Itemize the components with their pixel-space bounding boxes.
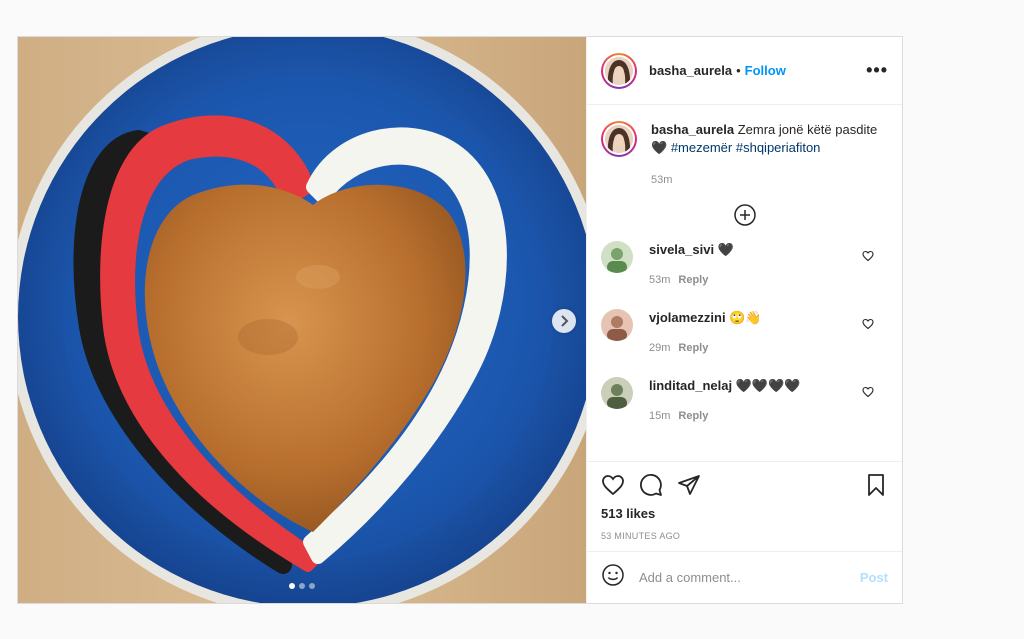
separator-dot: •: [736, 63, 741, 78]
comment-time: 15m: [649, 410, 671, 422]
avatar-image: [605, 125, 633, 153]
reply-button[interactable]: Reply: [678, 342, 708, 354]
commenter-avatar[interactable]: [601, 377, 633, 409]
heart-icon: [862, 250, 874, 262]
comment-text: 🙄👋: [725, 310, 762, 325]
post-image[interactable]: [18, 37, 586, 603]
share-button[interactable]: [677, 473, 701, 497]
caption-body: Zemra jonë këtë pasdite: [734, 122, 878, 137]
comment-username[interactable]: sivela_sivi: [649, 242, 714, 257]
like-comment-button[interactable]: [862, 249, 874, 267]
carousel-dot: [299, 583, 305, 589]
post-comment-button[interactable]: Post: [860, 570, 888, 585]
caption-emoji: 🖤: [651, 140, 668, 155]
bookmark-icon: [868, 474, 884, 496]
heart-icon: [602, 475, 624, 496]
avatar-image: [601, 309, 633, 341]
avatar-image: [601, 377, 633, 409]
post-header: basha_aurela • Follow •••: [587, 37, 902, 105]
cake-photo: [18, 37, 586, 603]
carousel-dot: [309, 583, 315, 589]
more-options-button[interactable]: •••: [866, 60, 888, 81]
post-timestamp: 53 MINUTES AGO: [601, 531, 681, 541]
hashtag-link[interactable]: #mezemër: [671, 140, 732, 155]
comment-input[interactable]: Add a comment...: [639, 570, 860, 585]
like-count[interactable]: 513 likes: [601, 506, 888, 521]
comment-time: 29m: [649, 342, 671, 354]
caption-text: basha_aurela Zemra jonë këtë pasdite 🖤 #…: [651, 121, 888, 189]
comment-item: sivela_sivi 🖤 53m Reply: [601, 241, 888, 289]
follow-button[interactable]: Follow: [745, 63, 786, 78]
caption-avatar[interactable]: [601, 121, 637, 157]
post-actions: 513 likes 53 MINUTES AGO: [587, 461, 902, 551]
author-avatar[interactable]: [601, 52, 637, 89]
reply-button[interactable]: Reply: [678, 410, 708, 422]
like-button[interactable]: [601, 473, 625, 497]
commenter-avatar[interactable]: [601, 241, 633, 273]
author-username[interactable]: basha_aurela: [649, 63, 732, 78]
add-comment-bar: Add a comment... Post: [587, 551, 902, 603]
smiley-icon: [602, 564, 624, 586]
comment-text: 🖤: [714, 242, 734, 257]
like-comment-button[interactable]: [862, 317, 874, 335]
hashtag-link[interactable]: #shqiperiafiton: [736, 140, 821, 155]
carousel-dot: [289, 583, 295, 589]
comment-item: vjolamezzini 🙄👋 29m Reply: [601, 309, 888, 357]
comment-text: 🖤🖤🖤🖤: [732, 378, 801, 393]
paper-plane-icon: [678, 475, 700, 495]
emoji-button[interactable]: [601, 563, 625, 592]
avatar-image: [605, 56, 633, 85]
save-button[interactable]: [864, 473, 888, 497]
caption-time: 53m: [651, 174, 673, 186]
comments-section: basha_aurela Zemra jonë këtë pasdite 🖤 #…: [587, 105, 902, 461]
reply-button[interactable]: Reply: [678, 274, 708, 286]
commenter-avatar[interactable]: [601, 309, 633, 341]
avatar-image: [601, 241, 633, 273]
carousel-indicator: [18, 583, 586, 589]
comment-username[interactable]: vjolamezzini: [649, 310, 726, 325]
post-card: basha_aurela • Follow ••• basha_aurela Z…: [17, 36, 903, 604]
comment-button[interactable]: [639, 473, 663, 497]
plus-circle-icon: [733, 204, 756, 226]
caption-username[interactable]: basha_aurela: [651, 122, 734, 137]
heart-icon: [862, 318, 874, 330]
caption: basha_aurela Zemra jonë këtë pasdite 🖤 #…: [601, 121, 888, 189]
next-image-button[interactable]: [552, 309, 576, 333]
chevron-right-icon: [561, 315, 569, 327]
comment-item: linditad_nelaj 🖤🖤🖤🖤 15m Reply: [601, 377, 888, 425]
portrait-icon: [605, 56, 633, 85]
portrait-icon: [605, 125, 633, 153]
post-side-panel: basha_aurela • Follow ••• basha_aurela Z…: [586, 37, 902, 603]
comment-bubble-icon: [640, 474, 662, 496]
comment-time: 53m: [649, 274, 671, 286]
load-more-comments-button[interactable]: [601, 203, 888, 227]
comment-username[interactable]: linditad_nelaj: [649, 378, 732, 393]
like-comment-button[interactable]: [862, 385, 874, 403]
heart-icon: [862, 386, 874, 398]
